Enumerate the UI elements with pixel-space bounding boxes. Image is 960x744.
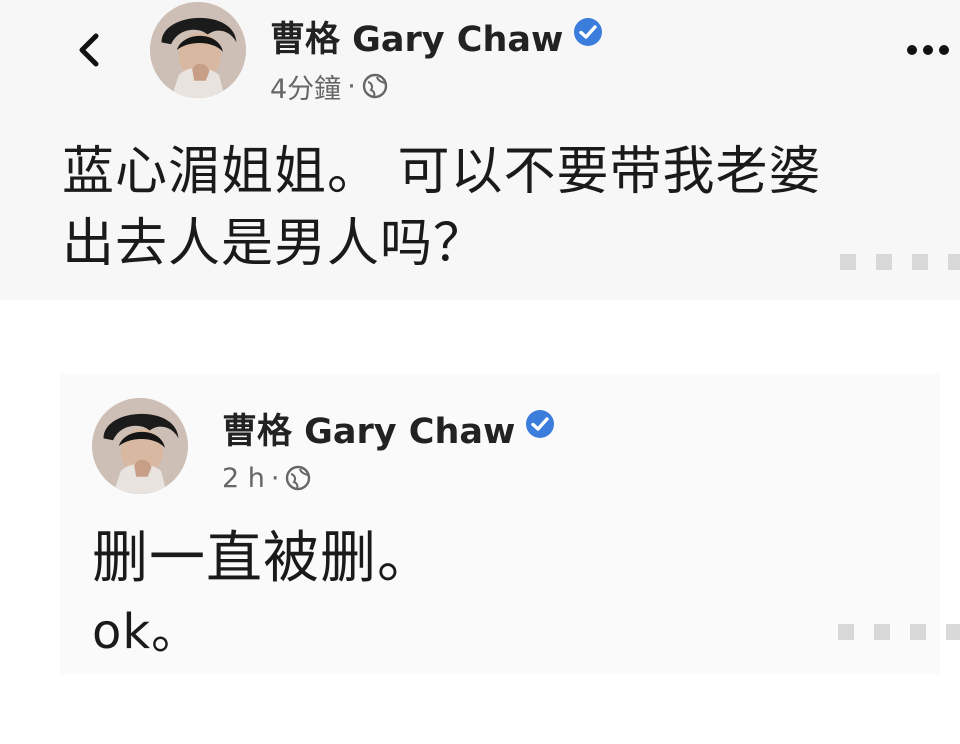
watermark-block <box>948 254 960 270</box>
post-text-line: 出去人是男人吗？ <box>62 214 487 274</box>
watermark-block <box>876 254 892 270</box>
post-text-line: 蓝心湄姐姐。 可以不要带我老婆 <box>62 142 822 202</box>
post-text-line: ok。 <box>92 604 201 660</box>
post-text: 蓝心湄姐姐。 可以不要带我老婆 出去人是男人吗？ <box>62 136 932 280</box>
post-meta: 2 h · <box>222 458 311 498</box>
author-name[interactable]: 曹格 Gary Chaw <box>222 404 555 452</box>
meta-separator: · <box>347 70 356 102</box>
verified-badge-icon <box>525 408 555 448</box>
watermark-block <box>910 624 926 640</box>
author-name-text: 曹格 Gary Chaw <box>270 19 564 60</box>
more-horizontal-icon <box>907 45 949 55</box>
post-time[interactable]: 4分鐘 <box>270 67 341 106</box>
watermark-dots <box>838 624 960 640</box>
watermark-block <box>840 254 856 270</box>
post-time[interactable]: 2 h <box>222 463 265 494</box>
meta-separator: · <box>270 462 280 494</box>
post-meta: 4分鐘 · <box>270 66 388 106</box>
post-text: 删一直被删。 ok。 <box>92 522 434 668</box>
avatar-image <box>92 398 188 494</box>
watermark-dots <box>840 254 960 270</box>
avatar[interactable] <box>92 398 188 494</box>
watermark-block <box>946 624 960 640</box>
post-text-line: 删一直被删。 <box>92 526 434 591</box>
more-options-button[interactable] <box>900 34 956 66</box>
back-button[interactable] <box>64 24 116 76</box>
author-name-text: 曹格 Gary Chaw <box>222 411 516 452</box>
globe-icon <box>286 465 311 491</box>
avatar-image <box>150 2 246 98</box>
watermark-block <box>912 254 928 270</box>
verified-badge-icon <box>573 16 603 56</box>
avatar[interactable] <box>150 2 246 98</box>
watermark-block <box>838 624 854 640</box>
author-name[interactable]: 曹格 Gary Chaw <box>270 12 603 60</box>
watermark-block <box>874 624 890 640</box>
globe-icon <box>362 73 387 99</box>
chevron-left-icon <box>79 33 99 67</box>
